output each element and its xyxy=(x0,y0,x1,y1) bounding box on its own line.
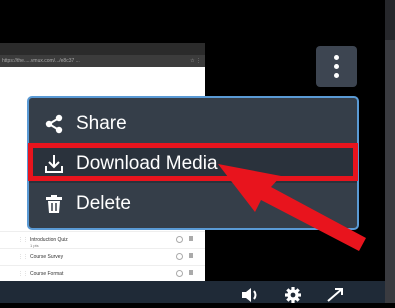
right-panel-edge xyxy=(385,0,395,303)
menu-item-label: Download Media xyxy=(76,153,218,174)
thumbnail-addressbar: https://the.....vmux.com/.../e8c37 ... ☆… xyxy=(0,55,205,67)
thumbnail-titlebar xyxy=(0,43,205,55)
more-options-button[interactable] xyxy=(316,46,357,87)
thumbnail-url: https://the.....vmux.com/.../e8c37 ... xyxy=(2,58,80,64)
menu-item-download-media[interactable]: Download Media xyxy=(29,145,357,183)
thumbnail-row: ⋮⋮ Course Survey xyxy=(0,248,205,265)
menu-item-label: Share xyxy=(76,113,127,134)
thumbnail-browser-icons: ☆ ⋮ xyxy=(190,58,201,64)
menu-item-share[interactable]: Share xyxy=(29,105,357,143)
thumbnail-row: ⋮⋮ Course Format xyxy=(0,265,205,281)
menu-item-label: Delete xyxy=(76,193,131,214)
download-icon xyxy=(44,154,64,174)
thumbnail-row-title: Course Format xyxy=(30,271,64,277)
share-icon xyxy=(44,114,64,134)
kebab-dot xyxy=(334,73,339,78)
fullscreen-icon[interactable] xyxy=(325,287,345,303)
kebab-dot xyxy=(334,64,339,69)
thumbnail-row: ⋮⋮ Introduction Quiz 1 pts xyxy=(0,231,205,248)
context-menu: Share Download Media Delete xyxy=(27,96,359,230)
volume-icon[interactable] xyxy=(240,287,260,303)
settings-icon[interactable] xyxy=(283,287,303,303)
thumbnail-row-title: Course Survey xyxy=(30,254,64,260)
kebab-dot xyxy=(334,55,339,60)
menu-item-delete[interactable]: Delete xyxy=(29,185,357,223)
right-panel-inner xyxy=(385,40,395,303)
trash-icon xyxy=(44,194,64,214)
